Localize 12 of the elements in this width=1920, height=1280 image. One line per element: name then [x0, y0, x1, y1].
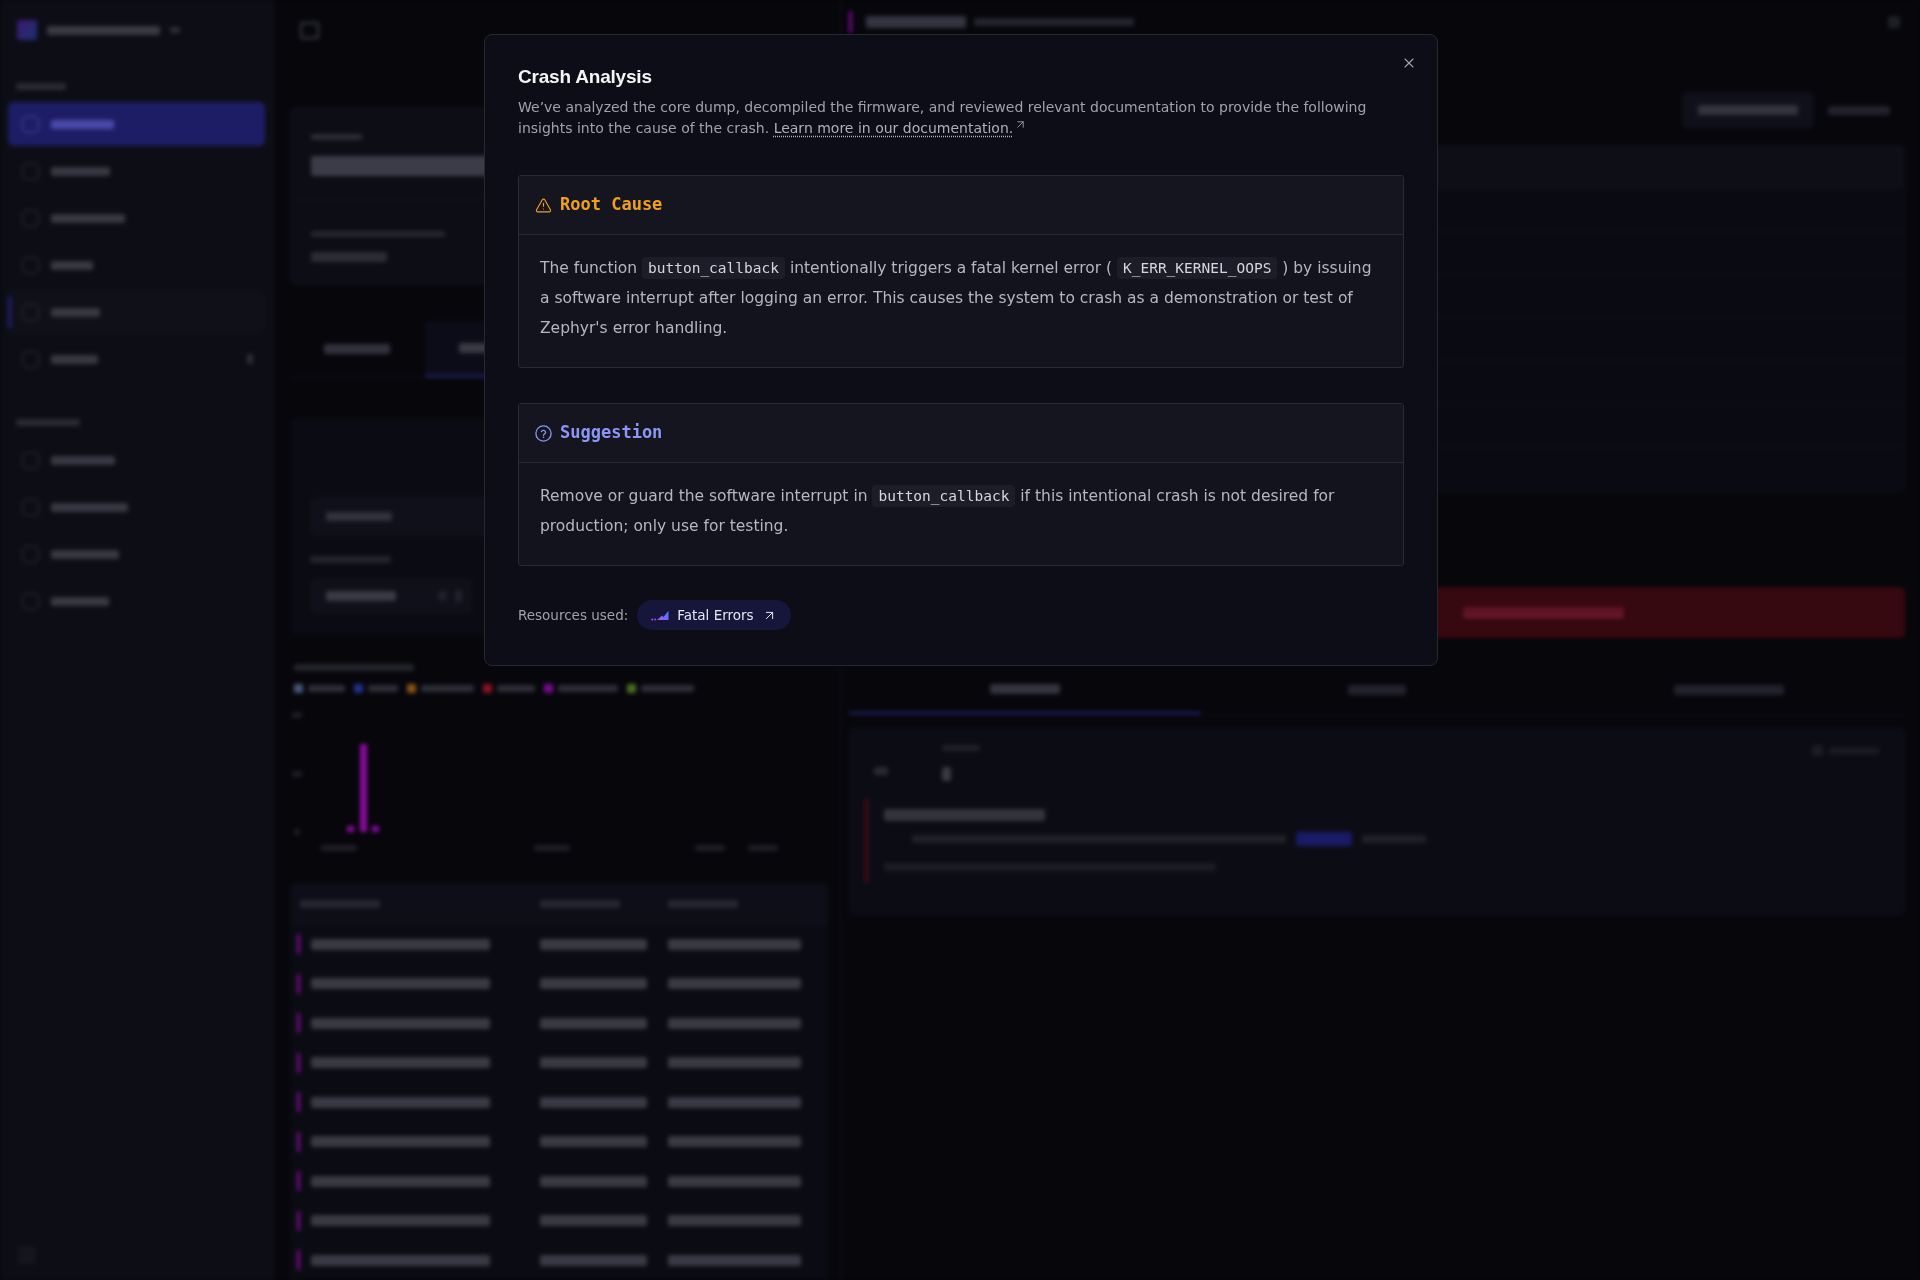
suggestion-text: Remove or guard the software interrupt in button_callback if this intentional crash is not desired for production; only use for testing. — [539, 484, 1336, 537]
warning-icon — [535, 196, 552, 214]
documentation-link[interactable]: Learn more in our documentation. — [773, 120, 1028, 136]
resource-link[interactable]: Fatal Errors — [637, 600, 791, 630]
section-title: Suggestion — [560, 421, 663, 445]
dialog-description: We’ve analyzed the core dump, decompiled the firmware, and reviewed relevant documentation to provide the following insights into the cause of the crash. Learn more in our documentation. — [518, 98, 1368, 138]
dialog-title: Crash Analysis — [518, 65, 653, 89]
root-cause-text: The function button_callback intentionally triggers a fatal kernel error ( K_ERR_KERNEL_OOPS ) by issuing a software interrupt after logging an error. This causes the system to crash as a demonstration or test of Zephyr's error handling. — [539, 256, 1373, 339]
section-title: Root Cause — [560, 193, 663, 217]
resources-label: Resources used: — [518, 605, 629, 625]
rising-line-icon — [651, 609, 670, 621]
help-circle-icon — [535, 424, 552, 442]
